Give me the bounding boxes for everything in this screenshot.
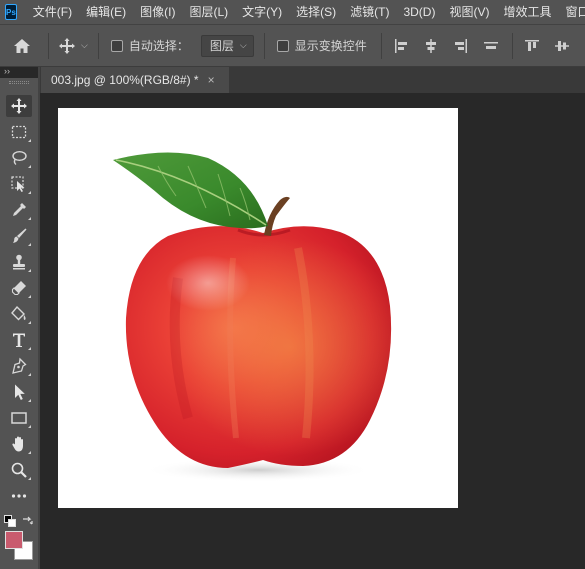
auto-select-value: 图层: [209, 39, 234, 53]
default-colors-icon[interactable]: [4, 515, 16, 527]
more-tools-button[interactable]: [6, 485, 32, 507]
app-logo: Ps: [5, 4, 17, 20]
show-transform-label: 显示变换控件: [294, 39, 367, 53]
paint-bucket-tool-button[interactable]: [6, 303, 32, 325]
pen-icon: [12, 357, 27, 374]
rectangle-icon: [11, 412, 27, 424]
eraser-tool-button[interactable]: [6, 277, 32, 299]
auto-select-checkbox[interactable]: [110, 39, 123, 52]
paint-bucket-icon: [11, 305, 26, 321]
eyedropper-tool-button[interactable]: [6, 199, 32, 221]
zoom-icon: [11, 462, 27, 478]
tools-panel: [0, 78, 38, 569]
distribute-icon[interactable]: [483, 38, 499, 54]
clone-stamp-tool-button[interactable]: [6, 251, 32, 273]
lasso-icon: [12, 150, 27, 166]
pen-tool-button[interactable]: [6, 355, 32, 377]
object-selection-icon: [11, 176, 25, 192]
home-icon: [14, 38, 30, 53]
menu-plugins[interactable]: 增效工具: [496, 0, 558, 24]
rectangular-marquee-icon: [11, 125, 27, 139]
menu-window[interactable]: 窗口(W): [558, 0, 585, 24]
type-icon: [13, 333, 25, 347]
separator: [97, 32, 99, 59]
document-tab[interactable]: 003.jpg @ 100%(RGB/8#) * ×: [41, 67, 229, 93]
menu-image[interactable]: 图像(I): [133, 0, 182, 24]
toolbar-grip[interactable]: [0, 78, 38, 90]
swap-colors-icon[interactable]: [21, 515, 34, 528]
menu-type[interactable]: 文字(Y): [235, 0, 289, 24]
chevron-down-icon: ⌵: [81, 40, 88, 50]
brush-tool-button[interactable]: [6, 225, 32, 247]
chevron-down-icon: ⌵: [239, 40, 247, 50]
document-tab-title: 003.jpg @ 100%(RGB/8#) *: [51, 73, 199, 87]
eyedropper-icon: [13, 203, 26, 216]
rectangle-tool-button[interactable]: [6, 407, 32, 429]
home-button[interactable]: [0, 24, 44, 67]
document-tab-strip: 003.jpg @ 100%(RGB/8#) * ×: [40, 67, 585, 93]
menu-filter[interactable]: 滤镜(T): [343, 0, 396, 24]
auto-select-dropdown[interactable]: 图层 ⌵: [200, 34, 254, 57]
separator: [511, 32, 513, 59]
lasso-tool-button[interactable]: [6, 147, 32, 169]
separator: [380, 32, 382, 59]
align-horizontal-center-icon[interactable]: [423, 38, 439, 54]
menu-select[interactable]: 选择(S): [289, 0, 343, 24]
marquee-tool-button[interactable]: [6, 121, 32, 143]
menu-edit[interactable]: 编辑(E): [79, 0, 133, 24]
options-bar: ⌵ 自动选择： 图层 ⌵ 显示变换控件: [0, 24, 585, 67]
show-transform-checkbox[interactable]: [276, 39, 289, 52]
foreground-color-swatch[interactable]: [5, 531, 23, 549]
photoshop-window: Ps 文件(F) 编辑(E) 图像(I) 图层(L) 文字(Y) 选择(S) 滤…: [0, 0, 585, 569]
brush-icon: [13, 228, 27, 243]
close-icon[interactable]: ×: [208, 73, 215, 87]
menu-view[interactable]: 视图(V): [442, 0, 496, 24]
object-selection-tool-button[interactable]: [6, 173, 32, 195]
hand-icon: [12, 436, 23, 452]
path-selection-tool-button[interactable]: [6, 381, 32, 403]
document-canvas[interactable]: [58, 108, 458, 508]
separator: [48, 32, 49, 59]
apple-image: [113, 152, 392, 482]
zoom-tool-button[interactable]: [6, 459, 32, 481]
menu-bar: Ps 文件(F) 编辑(E) 图像(I) 图层(L) 文字(Y) 选择(S) 滤…: [0, 0, 585, 24]
eraser-icon: [11, 281, 26, 296]
align-top-icon[interactable]: [524, 38, 540, 54]
align-right-icon[interactable]: [453, 38, 469, 54]
menu-layer[interactable]: 图层(L): [182, 0, 235, 24]
tool-preset-picker[interactable]: ⌵: [53, 37, 94, 54]
menu-3d[interactable]: 3D(D): [396, 0, 442, 24]
panel-collapse-toggle[interactable]: ››: [0, 67, 38, 77]
arrow-pointer-icon: [15, 384, 25, 400]
stamp-icon: [13, 254, 25, 270]
separator: [263, 32, 265, 59]
align-left-icon[interactable]: [393, 38, 409, 54]
align-vertical-center-icon[interactable]: [554, 38, 570, 54]
auto-select-label: 自动选择：: [128, 39, 189, 53]
move-icon: [59, 37, 75, 54]
move-icon: [11, 98, 27, 114]
move-tool-button[interactable]: [6, 95, 32, 117]
hand-tool-button[interactable]: [6, 433, 32, 455]
type-tool-button[interactable]: [6, 329, 32, 351]
more-icon: [11, 494, 27, 498]
menu-file[interactable]: 文件(F): [26, 0, 79, 24]
